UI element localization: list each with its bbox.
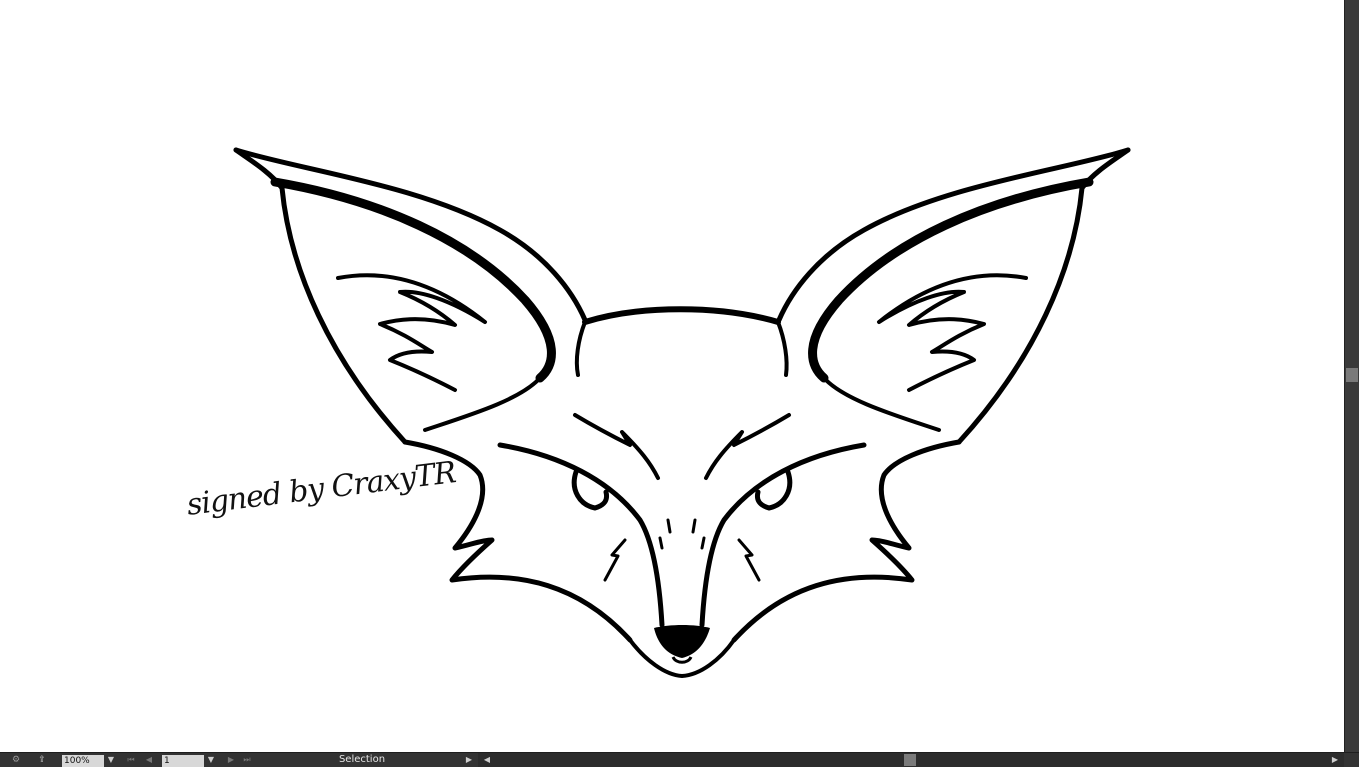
- previous-artboard-icon[interactable]: ◀: [142, 753, 156, 767]
- muzzle-dot-1: [666, 518, 672, 534]
- left-ear-fur: [336, 273, 487, 392]
- right-ear-inner-stripe: [808, 177, 1094, 383]
- left-ear-inner-stripe: [270, 177, 556, 383]
- muzzle-dot-2: [691, 518, 697, 534]
- last-artboard-icon[interactable]: ⏭: [240, 753, 254, 767]
- horizontal-scrollbar[interactable]: ◀ ▶: [478, 753, 1344, 767]
- artboard-number-field[interactable]: 1: [162, 755, 204, 767]
- left-ear-inner-line: [423, 376, 542, 432]
- nose: [654, 625, 710, 658]
- forehead-outline: [582, 306, 781, 325]
- left-brow: [573, 413, 660, 480]
- scroll-right-icon[interactable]: ▶: [1328, 753, 1342, 767]
- left-whisker-mark: [603, 538, 627, 582]
- right-ear-inner-line: [822, 376, 941, 432]
- artboard-canvas[interactable]: signed by CraxyTR: [0, 0, 1344, 752]
- next-artboard-icon[interactable]: ▶: [224, 753, 238, 767]
- right-cheek: [731, 439, 962, 643]
- scroll-left-icon[interactable]: ◀: [480, 753, 494, 767]
- chevron-down-icon[interactable]: ▼: [204, 753, 218, 767]
- right-whisker-mark: [737, 538, 761, 582]
- fox-head-artwork[interactable]: [0, 0, 1344, 752]
- muzzle-dot-4: [700, 536, 706, 550]
- status-bar: ⚙ ⇪ 100% ▼ ⏮ ◀ 1 ▼ ▶ ⏭ Selection ▶ ◀ ▶: [0, 752, 1359, 767]
- chevron-down-icon[interactable]: ▼: [104, 753, 118, 767]
- forehead-right-crease: [776, 320, 789, 377]
- right-brow: [704, 413, 791, 480]
- vertical-scrollbar[interactable]: [1344, 0, 1359, 752]
- vertical-scroll-thumb[interactable]: [1346, 368, 1358, 382]
- horizontal-scroll-thumb[interactable]: [904, 754, 916, 766]
- gpu-performance-icon[interactable]: ⚙: [4, 753, 28, 767]
- right-ear-fur: [877, 273, 1028, 392]
- illustrator-window: signed by CraxyTR ⚙ ⇪ 100% ▼ ⏮ ◀ 1 ▼ ▶ ⏭…: [0, 0, 1359, 767]
- current-tool-status: Selection: [338, 754, 386, 765]
- forehead-left-crease: [574, 320, 587, 377]
- share-icon[interactable]: ⇪: [34, 753, 50, 767]
- muzzle-dot-3: [658, 536, 664, 550]
- first-artboard-icon[interactable]: ⏮: [124, 753, 138, 767]
- status-menu-arrow-icon[interactable]: ▶: [462, 753, 476, 767]
- zoom-level-field[interactable]: 100%: [62, 755, 104, 767]
